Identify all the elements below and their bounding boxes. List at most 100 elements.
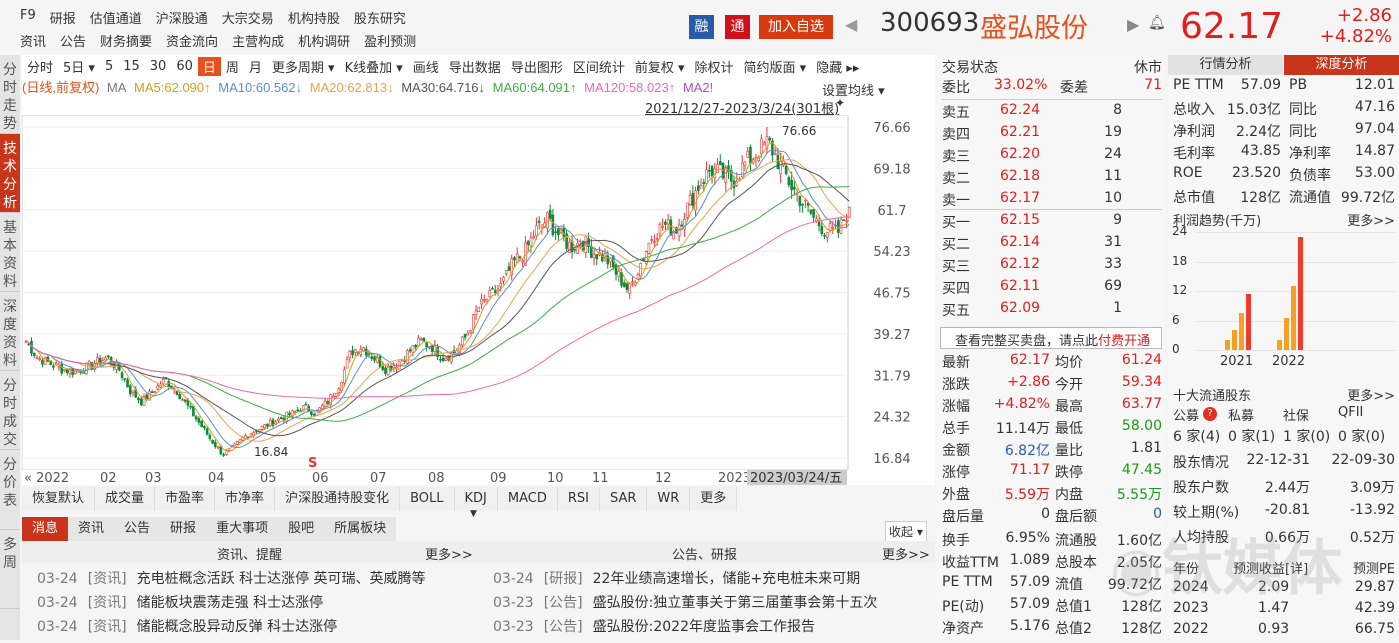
quote-value: 0 [1153, 506, 1162, 522]
news-tab[interactable]: 重大事项 [206, 517, 279, 541]
quote-row: PE TTM 57.09 流值 99.72亿 [942, 574, 1162, 596]
news-title[interactable]: 储能概念股异动反弹 科士达涨停 [137, 619, 337, 635]
indicator-tab[interactable]: RSI [557, 487, 600, 511]
nav-link[interactable]: 资讯 [20, 31, 46, 50]
news-tab[interactable]: 所属板块 [324, 517, 397, 541]
toolbar-item[interactable]: 5 [100, 59, 118, 74]
nav-link[interactable]: 主营构成 [232, 31, 284, 50]
news-item[interactable]: 03-24 [研报] 22年业绩高速增长，储能+充电桩未来可期 [493, 568, 860, 588]
help-icon[interactable]: ? [1203, 407, 1217, 421]
side-tab[interactable]: 技术分析 [0, 134, 20, 213]
side-tab[interactable]: 深度资料 [0, 292, 20, 371]
toolbar-item[interactable]: 5日 ▾ [58, 57, 100, 76]
nav-link[interactable]: F9 [20, 8, 36, 27]
news-item[interactable]: 03-23 [公告] 盛弘股份:独立董事关于第三届董事会第十五次 [493, 592, 877, 612]
holders-more[interactable]: 更多>> [1347, 385, 1395, 404]
pin-icon[interactable]: ✦ [835, 96, 845, 110]
toolbar-item[interactable]: 月 [244, 57, 267, 76]
news-item[interactable]: 03-24 [资讯] 充电桩概念活跃 科士达涨停 英可瑞、英威腾等 [37, 568, 426, 588]
indicator-tab[interactable]: KDJ [454, 487, 498, 511]
news-tab[interactable]: 股吧 [278, 517, 325, 541]
side-tab[interactable]: 基本资料 [0, 213, 20, 292]
level-label: 买五 [942, 303, 970, 319]
subscribe-link[interactable]: 付费开通 [1098, 334, 1150, 349]
toolbar-item[interactable]: K线叠加 ▾ [340, 57, 408, 76]
indicator-tab[interactable]: 成交量 [95, 487, 156, 511]
indicator-tab[interactable]: SAR [599, 487, 648, 511]
nav-link[interactable]: 财务摘要 [100, 31, 152, 50]
news-tab[interactable]: 公告 [114, 517, 161, 541]
toolbar-item[interactable]: 15 [118, 59, 145, 74]
nav-link[interactable]: 研报 [50, 8, 76, 27]
side-tab[interactable]: 多周 [0, 530, 20, 609]
holder-type[interactable]: QFII [1338, 405, 1363, 420]
margin-badge[interactable]: 融 [689, 15, 714, 39]
analysis-tab[interactable]: 深度分析 [1284, 55, 1399, 75]
side-tab[interactable]: 分时成交 [0, 371, 20, 450]
forecast-col[interactable]: 预测收益[详] [1233, 558, 1308, 577]
news-title[interactable]: 充电桩概念活跃 科士达涨停 英可瑞、英威腾等 [137, 571, 426, 587]
bell-icon[interactable]: 🔔︎ [1148, 15, 1166, 31]
indicator-tab[interactable]: 沪深股通持股变化 [275, 487, 401, 511]
next-stock-icon[interactable]: ▶ [1127, 15, 1139, 34]
prev-stock-icon[interactable]: ◀ [845, 15, 857, 34]
news-left-more[interactable]: 更多>> [425, 544, 473, 563]
news-right-more[interactable]: 更多>> [882, 544, 930, 563]
news-tab[interactable]: 消息 [22, 517, 69, 541]
news-title[interactable]: 盛弘股份:2022年度监事会工作报告 [593, 619, 815, 635]
nav-link[interactable]: 大宗交易 [222, 8, 274, 27]
indicator-tab[interactable]: 恢复默认 [22, 487, 96, 511]
toolbar-item[interactable]: 区间统计 [568, 57, 630, 76]
toolbar-item[interactable]: 60 [171, 59, 198, 74]
collapse-button[interactable]: 收起 ▾ [885, 521, 927, 542]
toolbar-item[interactable]: 30 [145, 59, 172, 74]
toolbar-item[interactable]: 隐藏 ▸▸ [811, 57, 864, 76]
toolbar-item[interactable]: 除权计 [690, 57, 739, 76]
holder-type[interactable]: 私募 [1228, 405, 1254, 424]
candlestick-chart[interactable]: 76.66 69.18 61.7 54.23 46.75 39.27 31.79 24.32 1… [22, 115, 935, 485]
ask-row: 卖五 62.24 8 [942, 102, 1162, 124]
toolbar-item[interactable]: 日 [197, 56, 221, 76]
toolbar-item[interactable]: 分时 [22, 57, 58, 76]
nav-link[interactable]: 股东研究 [354, 8, 406, 27]
indicator-tab[interactable]: MACD [497, 487, 558, 511]
news-item[interactable]: 03-23 [公告] 盛弘股份:2022年度监事会工作报告 [493, 616, 815, 636]
nav-link[interactable]: 机构持股 [288, 8, 340, 27]
nav-link[interactable]: 盈利预测 [364, 31, 416, 50]
indicator-tab[interactable]: BOLL [400, 487, 455, 511]
set-ma-button[interactable]: 设置均线 ▾ [822, 80, 885, 99]
toolbar-item[interactable]: 导出数据 [444, 57, 506, 76]
nav-link[interactable]: 估值通道 [90, 8, 142, 27]
analysis-tab[interactable]: 行情分析 [1168, 55, 1283, 75]
nav-link[interactable]: 沪深股通 [156, 8, 208, 27]
toolbar-item[interactable]: 周 [221, 57, 244, 76]
news-title[interactable]: 储能板块震荡走强 科士达涨停 [137, 595, 323, 611]
toolbar-item[interactable]: 导出图形 [506, 57, 568, 76]
toolbar-item[interactable]: 简约版面 ▾ [739, 57, 812, 76]
indicator-tab[interactable]: 更多 [690, 487, 738, 511]
toolbar-item[interactable]: 画线 [408, 57, 444, 76]
nav-link[interactable]: 机构调研 [298, 31, 350, 50]
news-tab[interactable]: 研报 [160, 517, 207, 541]
holder-type[interactable]: 公募 [1173, 405, 1199, 424]
toolbar-item[interactable]: 更多周期 ▾ [267, 57, 340, 76]
news-item[interactable]: 03-24 [资讯] 储能板块震荡走强 科士达涨停 [37, 592, 323, 612]
nav-link[interactable]: 资金流向 [166, 31, 218, 50]
news-title[interactable]: 22年业绩高速增长，储能+充电桩未来可期 [593, 571, 861, 587]
news-tab[interactable]: 资讯 [68, 517, 115, 541]
side-tab[interactable]: 分价表 [0, 450, 20, 530]
holder-type[interactable]: 社保 [1283, 405, 1309, 424]
add-watchlist-button[interactable]: 加入自选 [759, 15, 833, 39]
connect-badge[interactable]: 通 [725, 15, 750, 39]
indicator-tab[interactable]: WR [647, 487, 691, 511]
toolbar-item[interactable]: 前复权 ▾ [630, 57, 690, 76]
full-book-banner[interactable]: 查看完整买卖盘，请点此付费开通 [940, 327, 1162, 349]
candle-body [354, 349, 357, 353]
candle-body [326, 401, 330, 404]
news-item[interactable]: 03-24 [资讯] 储能概念股异动反弹 科士达涨停 [37, 616, 337, 636]
indicator-tab[interactable]: 市净率 [215, 487, 276, 511]
news-title[interactable]: 盛弘股份:独立董事关于第三届董事会第十五次 [593, 595, 878, 611]
side-tab[interactable]: 分时走势 [0, 55, 20, 134]
indicator-tab[interactable]: 市盈率 [155, 487, 216, 511]
nav-link[interactable]: 公告 [60, 31, 86, 50]
